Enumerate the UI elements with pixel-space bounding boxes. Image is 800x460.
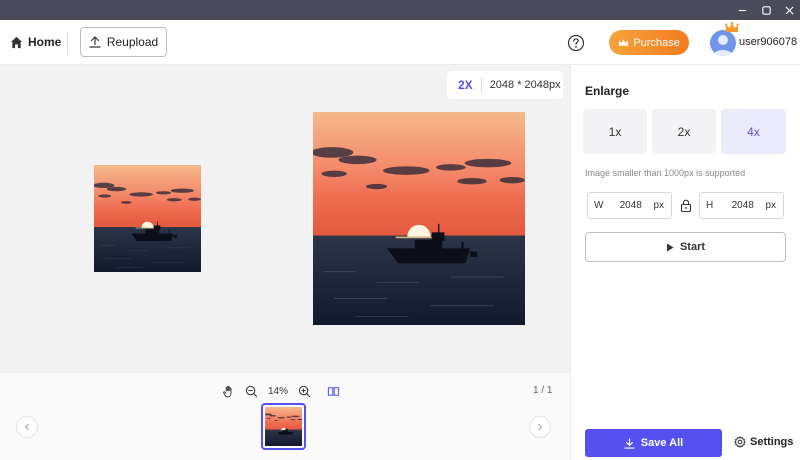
save-all-label: Save All (640, 437, 684, 449)
upload-icon (89, 36, 101, 48)
scale-4x-button[interactable]: 4x (721, 109, 786, 154)
height-field-label: H (706, 200, 714, 211)
purchase-button[interactable]: Purchase (609, 30, 689, 55)
close-icon[interactable] (779, 0, 799, 20)
width-field[interactable]: W 2048 px (587, 192, 672, 219)
play-icon (666, 243, 674, 251)
home-label: Home (28, 35, 62, 49)
vip-crown-icon (725, 22, 739, 32)
hand-icon[interactable] (222, 385, 235, 398)
reupload-button[interactable]: Reupload (80, 27, 167, 57)
original-image (94, 165, 201, 272)
preview-canvas: 2X 2048 * 2048px (0, 65, 570, 373)
crown-icon (619, 39, 629, 46)
chevron-right-icon (538, 423, 543, 431)
gear-icon (734, 436, 746, 448)
height-unit: px (765, 200, 776, 211)
settings-label: Settings (750, 436, 794, 448)
compare-icon[interactable] (327, 385, 340, 398)
purchase-label: Purchase (633, 36, 680, 49)
size-hint: Image smaller than 1000px is supported (585, 168, 746, 178)
zoom-controls: 14% (222, 383, 340, 399)
home-button[interactable]: Home (10, 32, 61, 52)
output-size-badge: 2X 2048 * 2048px (447, 71, 563, 99)
chevron-left-icon (24, 423, 29, 431)
toolbar-divider (67, 32, 68, 54)
zoom-out-icon[interactable] (245, 385, 258, 398)
username: user906078 (739, 36, 798, 48)
download-icon (624, 437, 635, 449)
zoom-in-icon[interactable] (298, 385, 311, 398)
reupload-label: Reupload (106, 35, 159, 49)
maximize-icon[interactable] (756, 0, 776, 20)
enlarged-image (313, 112, 525, 325)
height-field[interactable]: H 2048 px (699, 192, 784, 219)
minimize-icon[interactable] (732, 0, 752, 20)
scale-indicator: 2X (447, 77, 482, 93)
height-value: 2048 (731, 200, 754, 211)
scale-2x-button[interactable]: 2x (652, 109, 716, 154)
scale-1x-button[interactable]: 1x (583, 109, 647, 154)
toolbar: Home Reupload Purchase user906078 (0, 20, 800, 65)
lock-icon[interactable] (680, 199, 692, 212)
save-all-button[interactable]: Save All (585, 429, 722, 457)
prev-image-button[interactable] (16, 416, 38, 438)
scale-4x-label: 4x (747, 124, 760, 139)
zoom-level: 14% (268, 385, 289, 397)
home-icon (10, 36, 23, 48)
width-value: 2048 (619, 200, 642, 211)
title-bar (0, 0, 800, 20)
width-unit: px (653, 200, 664, 211)
start-button[interactable]: Start (585, 232, 786, 262)
width-field-label: W (594, 200, 604, 211)
start-label: Start (679, 241, 706, 253)
scale-1x-label: 1x (608, 124, 622, 139)
next-image-button[interactable] (529, 416, 551, 438)
panel-title: Enlarge (585, 84, 630, 98)
enlarge-panel: Enlarge 1x 2x 4x Image smaller than 1000… (570, 65, 800, 460)
help-icon[interactable] (567, 34, 585, 52)
bottom-strip: 14% 1 / 1 (0, 373, 570, 460)
scale-2x-label: 2x (677, 124, 691, 139)
app-window: Home Reupload Purchase user906078 2X 204… (0, 0, 800, 460)
image-thumbnail[interactable] (261, 403, 306, 450)
page-count: 1 / 1 (533, 385, 553, 396)
settings-button[interactable]: Settings (734, 436, 793, 448)
avatar[interactable] (710, 30, 736, 56)
output-dimensions: 2048 * 2048px (489, 79, 561, 91)
